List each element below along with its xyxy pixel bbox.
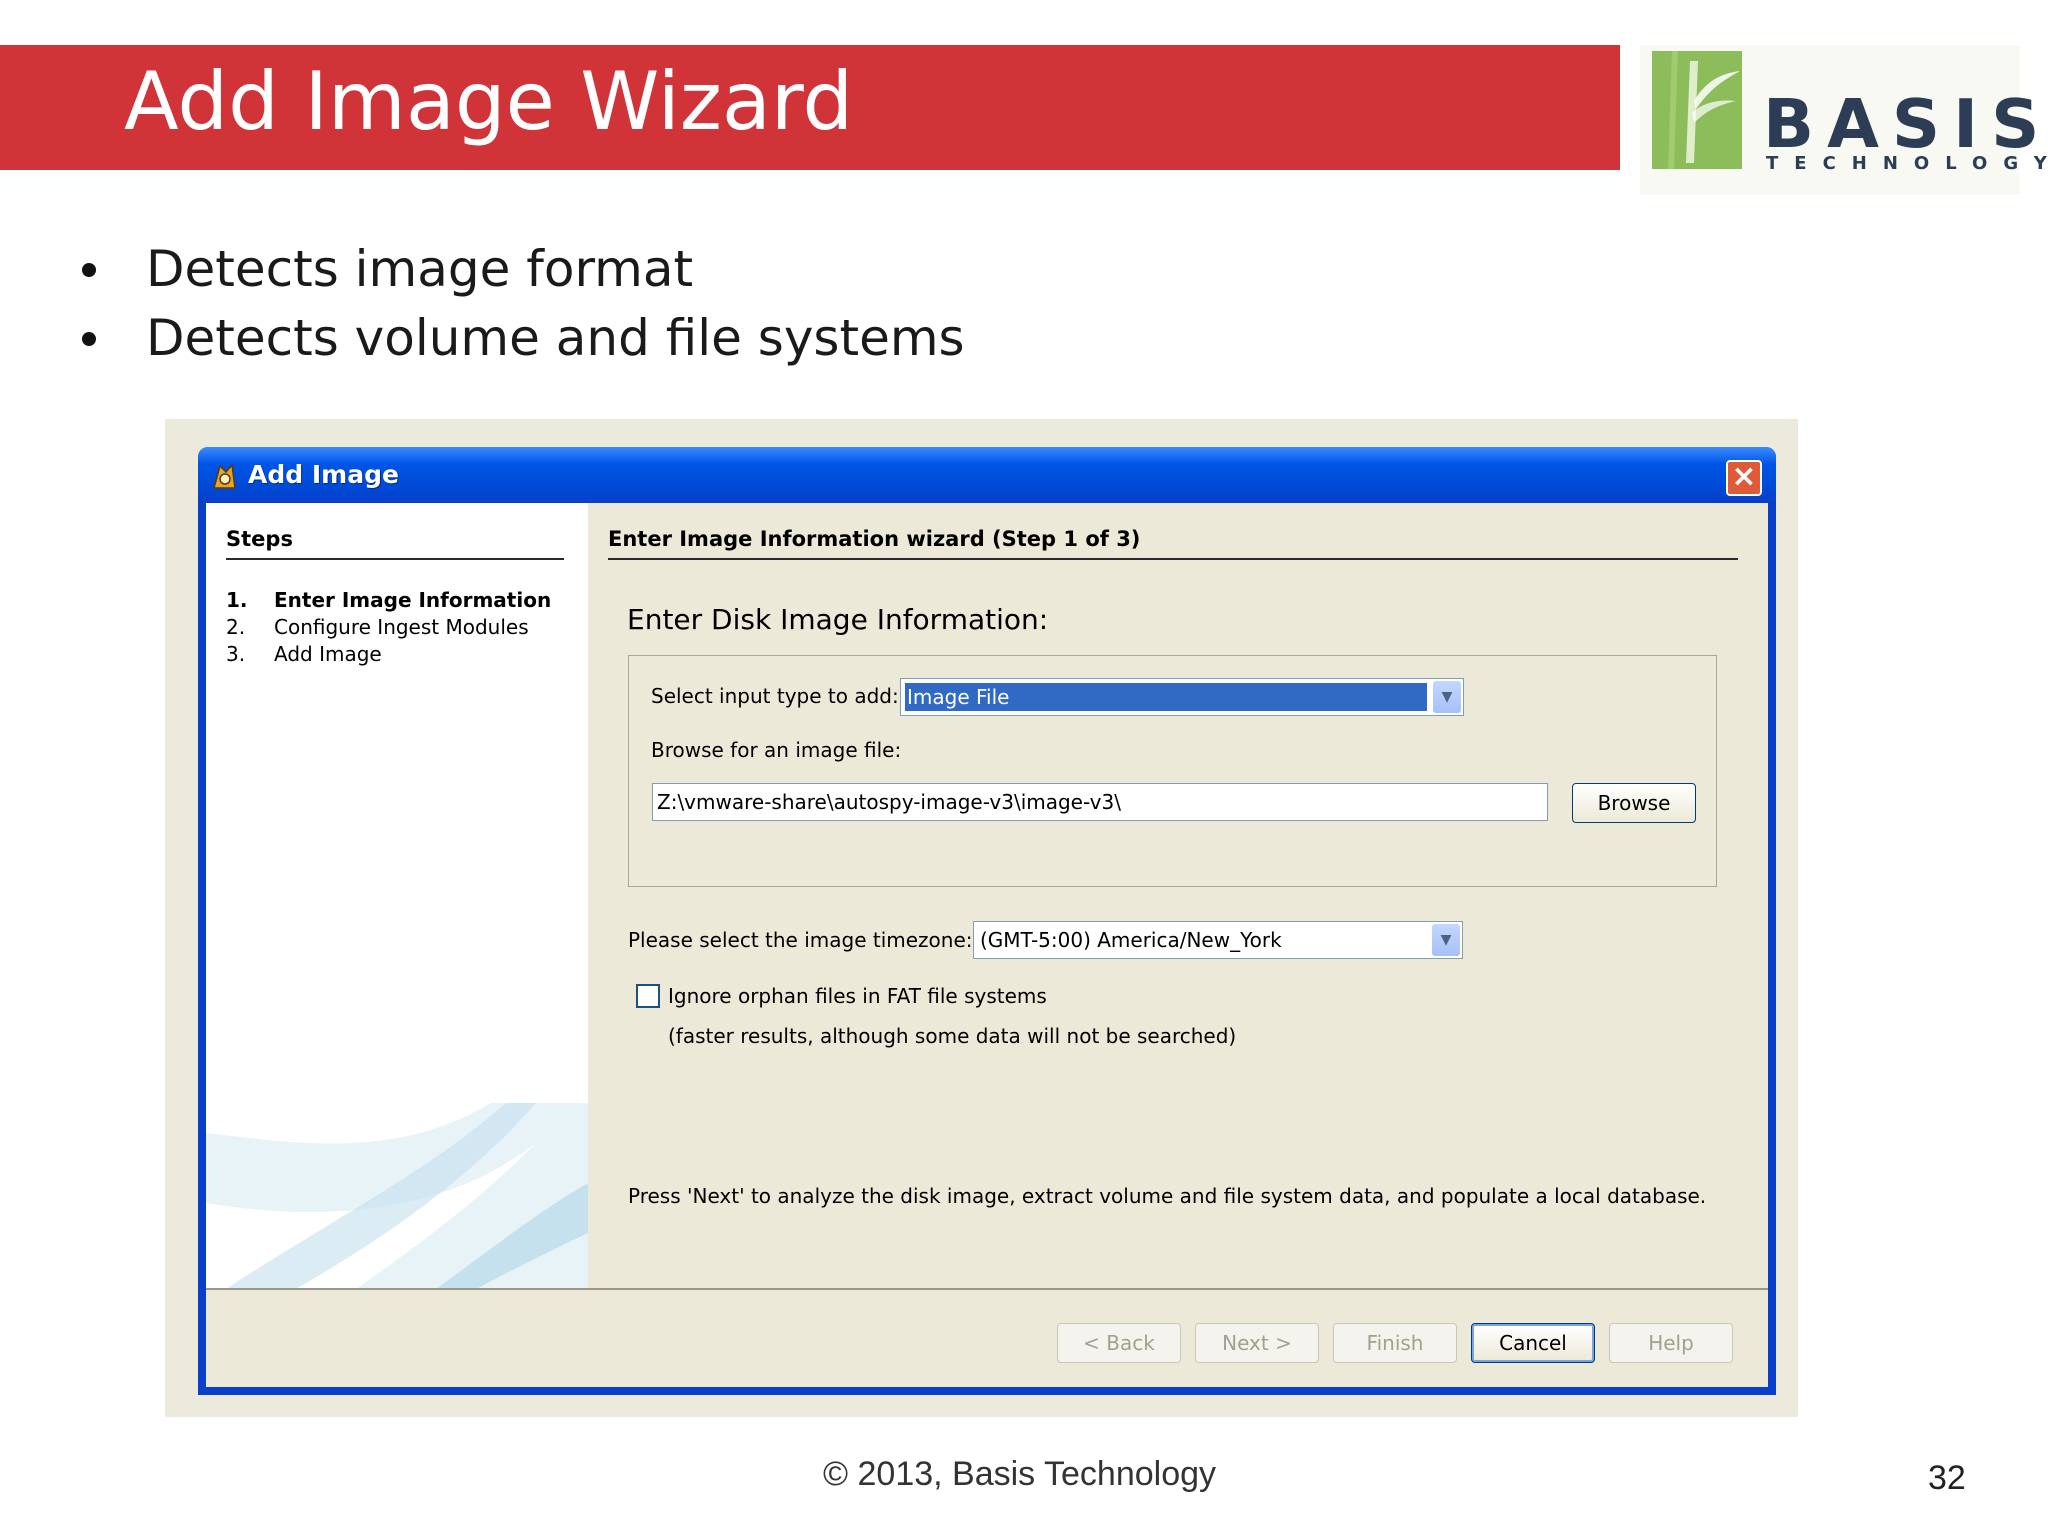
bullet-dot-icon [82,332,96,346]
cancel-button[interactable]: Cancel [1471,1323,1595,1363]
bamboo-leaf-icon [1652,51,1742,169]
input-type-label: Select input type to add: [651,684,899,708]
dialog-title: Add Image [248,460,399,489]
step-number: 3. [226,642,246,666]
chevron-down-icon[interactable]: ▼ [1433,681,1461,713]
finish-button[interactable]: Finish [1333,1323,1457,1363]
timezone-label: Please select the image timezone: [628,928,973,952]
timezone-value: (GMT-5:00) America/New_York [980,928,1282,952]
bullet-item: Detects volume and file systems [78,304,965,373]
steps-heading: Steps [226,527,293,551]
close-icon[interactable]: × [1726,460,1762,496]
dialog-body: Steps 1. Enter Image Information 2. Config… [206,503,1768,1387]
bullet-dot-icon [82,263,96,277]
step-number: 1. [226,588,248,612]
button-bar-divider [206,1288,1768,1290]
step-label: Add Image [274,642,382,666]
back-button[interactable]: < Back [1057,1323,1181,1363]
ignore-orphan-files-label[interactable]: Ignore orphan files in FAT file systems [668,983,1047,1009]
chevron-down-icon[interactable]: ▼ [1432,924,1460,956]
wizard-title-divider [608,558,1738,560]
step-item-add-image: 3. Add Image [226,641,382,667]
image-path-input[interactable] [657,788,1537,816]
instruction-text: Press 'Next' to analyze the disk image, … [628,1184,1707,1208]
next-button[interactable]: Next > [1195,1323,1319,1363]
slide-footer: © 2013, Basis Technology [823,1455,1217,1493]
timezone-select[interactable]: (GMT-5:00) America/New_York ▼ [973,921,1463,959]
dialog-titlebar[interactable]: Add Image × [198,447,1776,503]
steps-panel: Steps 1. Enter Image Information 2. Config… [206,503,588,1289]
help-button[interactable]: Help [1609,1323,1733,1363]
step-number: 2. [226,615,246,639]
image-path-field[interactable] [652,783,1548,821]
step-label: Configure Ingest Modules [274,615,529,639]
ignore-orphan-files-checkbox[interactable] [636,984,660,1008]
logo-subtitle: TECHNOLOGY [1766,153,2048,174]
bullet-list: Detects image format Detects volume and … [78,235,965,373]
step-item-enter-image-information: 1. Enter Image Information [226,587,551,613]
input-type-select[interactable]: Image File ▼ [900,678,1464,716]
slide-page-number: 32 [1928,1459,1966,1497]
bullet-text: Detects image format [146,240,694,298]
browse-button[interactable]: Browse [1572,783,1696,823]
decorative-swoosh-graphic [206,1103,588,1289]
slide-title: Add Image Wizard [124,55,854,148]
autopsy-app-icon [210,462,238,490]
steps-divider [226,558,564,560]
step-item-configure-ingest-modules: 2. Configure Ingest Modules [226,614,529,640]
bullet-text: Detects volume and file systems [146,309,965,367]
ignore-orphan-files-note: (faster results, although some data will… [668,1024,1237,1048]
logo-name: BASIS [1763,85,2048,163]
input-type-value: Image File [905,683,1427,711]
step-label: Enter Image Information [274,588,552,612]
section-title: Enter Disk Image Information: [627,603,1049,636]
bullet-item: Detects image format [78,235,965,304]
basis-logo: BASIS TECHNOLOGY [1640,45,2047,195]
add-image-dialog: Add Image × Steps 1. Enter Image Informat… [198,447,1776,1395]
browse-label: Browse for an image file: [651,738,902,762]
wizard-step-title: Enter Image Information wizard (Step 1 o… [608,527,1141,551]
